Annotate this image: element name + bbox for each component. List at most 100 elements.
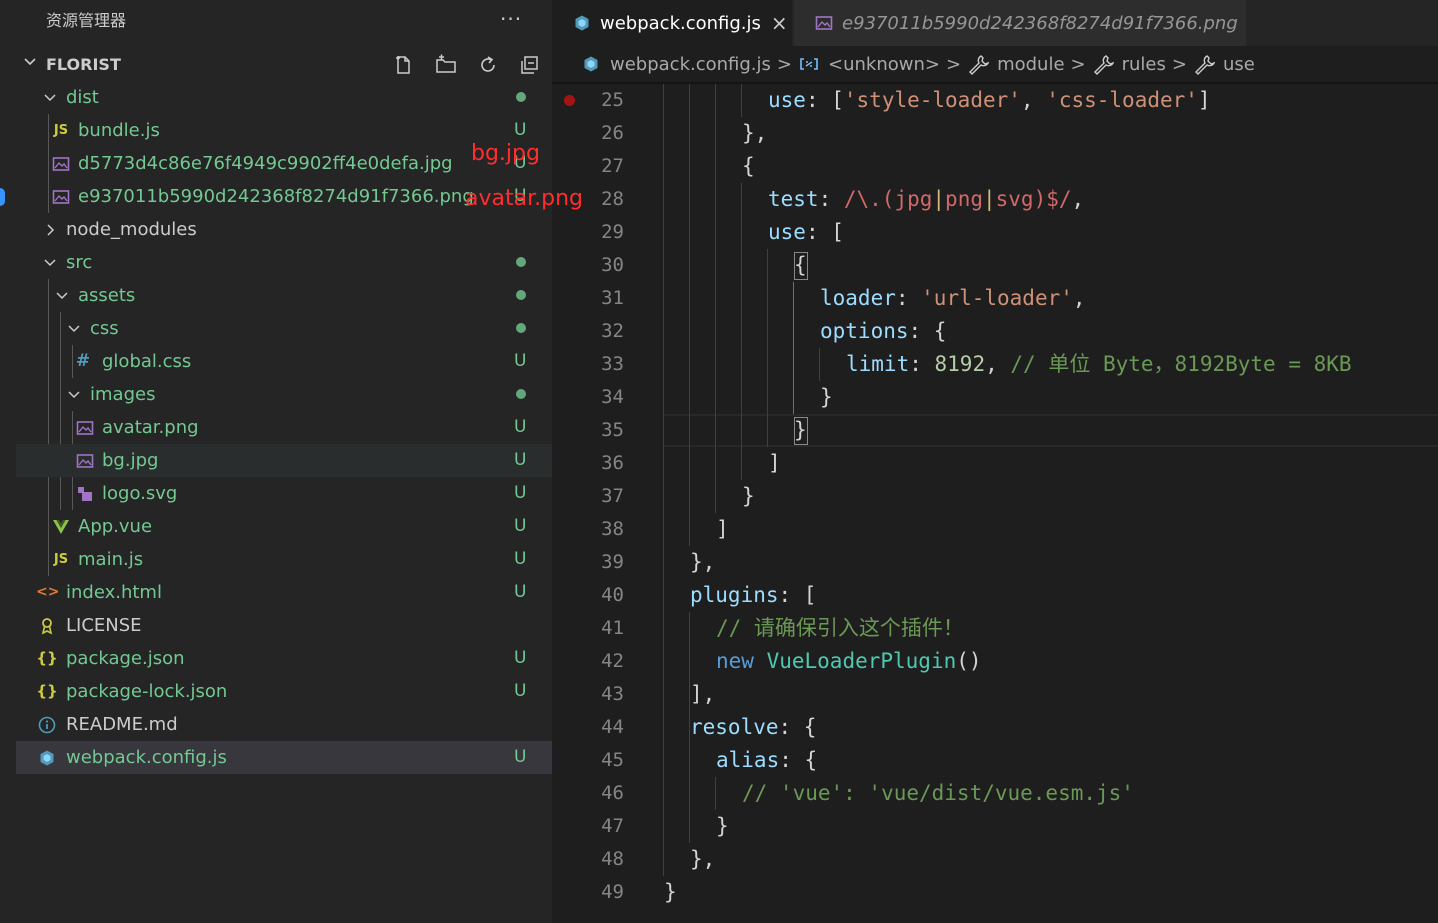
code-line: } (742, 480, 755, 513)
tree-item-label: src (66, 252, 93, 273)
new-folder-icon[interactable] (432, 51, 460, 79)
code-line: use: ['style-loader', 'css-loader'] (768, 84, 1211, 117)
code-line: { (742, 150, 755, 183)
tree-file-license[interactable]: LICENSE (16, 609, 552, 642)
tab-png-preview[interactable]: e937011b5990d242368f8274d91f7366.png (794, 0, 1246, 46)
token: [ (831, 220, 844, 244)
webpack-file-icon (572, 13, 592, 33)
breadcrumb-file[interactable]: webpack.config.js (580, 53, 771, 75)
indent-guide (663, 84, 664, 876)
tree-item-label: dist (66, 87, 99, 108)
token: resolve (690, 715, 779, 739)
token: }, (690, 847, 716, 871)
tree-folder-css[interactable]: css (16, 312, 552, 345)
breadcrumb-unknown[interactable]: <unknown> (798, 53, 940, 75)
code-line: ] (716, 513, 729, 546)
tree-folder-node-modules[interactable]: node_modules (16, 213, 552, 246)
line-number: 34 (601, 386, 624, 408)
token: : (818, 187, 844, 211)
refresh-icon[interactable] (474, 51, 502, 79)
code-line: }, (742, 117, 767, 150)
token: plugins (690, 583, 779, 607)
line-number-gutter[interactable]: 25 26 27 28 29 30 31 32 33 34 35 36 37 3… (552, 84, 662, 923)
chevron-down-icon (64, 312, 84, 345)
sidebar-scroll-indicator[interactable] (0, 188, 5, 206)
chevron-down-icon (22, 54, 38, 75)
code-line: } (716, 810, 729, 843)
tree-file-package-lock-json[interactable]: {} package-lock.json U (16, 675, 552, 708)
project-name: FLORIST (46, 55, 121, 74)
tab-label: webpack.config.js (600, 12, 761, 34)
chevron-right-icon (40, 213, 60, 246)
line-number: 40 (601, 584, 624, 606)
tab-webpack-config-js[interactable]: webpack.config.js × (552, 0, 792, 46)
tree-file-webpack-config-js[interactable]: webpack.config.js U (16, 741, 552, 774)
chevron-down-icon (40, 81, 60, 114)
token: ] (768, 451, 781, 475)
tree-item-label: README.md (66, 714, 178, 735)
tree-file-logo-svg[interactable]: logo.svg U (16, 477, 552, 510)
new-file-icon[interactable] (390, 51, 418, 79)
breadcrumb-separator: > (945, 53, 962, 75)
line-number: 48 (601, 848, 624, 870)
token: // 'vue': 'vue/dist/vue.esm.js' (742, 781, 1134, 805)
code-line: new VueLoaderPlugin() (716, 645, 982, 678)
tree-folder-images[interactable]: images (16, 378, 552, 411)
tree-folder-dist[interactable]: dist (16, 81, 552, 114)
token: } (716, 814, 729, 838)
status-dot (516, 323, 526, 333)
tree-folder-src[interactable]: src (16, 246, 552, 279)
tree-folder-assets[interactable]: assets (16, 279, 552, 312)
image-file-icon (50, 180, 72, 213)
project-header[interactable]: FLORIST (16, 48, 552, 81)
line-number: 47 (601, 815, 624, 837)
breadcrumb-use[interactable]: use (1193, 53, 1255, 75)
code-line: resolve: { (690, 711, 816, 744)
token: use (768, 220, 806, 244)
tree-file-index-html[interactable]: <> index.html U (16, 576, 552, 609)
tree-file-app-vue[interactable]: App.vue U (16, 510, 552, 543)
breadcrumb-label: module (997, 53, 1065, 75)
tree-file-main-js[interactable]: JS main.js U (16, 543, 552, 576)
tree-item-label: node_modules (66, 219, 197, 240)
token: ], (690, 682, 716, 706)
token: : { (779, 748, 818, 772)
code-editor[interactable]: use: ['style-loader', 'css-loader'] }, {… (663, 84, 1438, 923)
token: jpg (894, 187, 933, 211)
js-file-icon: JS (53, 552, 69, 567)
code-line: limit: 8192, // 单位 Byte，8192Byte = 8KB (846, 348, 1352, 381)
breadcrumb-module[interactable]: module (967, 53, 1065, 75)
status-dot (516, 257, 526, 267)
indent-guide (715, 777, 716, 810)
token: : (909, 352, 935, 376)
token: png (945, 187, 983, 211)
token: loader (820, 286, 896, 310)
json-file-icon: {} (36, 649, 58, 667)
breadcrumb-rules[interactable]: rules (1092, 53, 1166, 75)
line-number: 30 (601, 254, 624, 276)
code-line: ] (768, 447, 781, 480)
status-untracked: U (514, 648, 527, 668)
token: , (1071, 187, 1085, 211)
tree-item-label: e937011b5990d242368f8274d91f7366.png (78, 186, 474, 207)
token: 'style-loader' (843, 88, 1021, 112)
line-number: 35 (601, 419, 624, 441)
tree-file-global-css[interactable]: # global.css U (16, 345, 552, 378)
collapse-all-icon[interactable] (516, 51, 544, 79)
tree-file-bg-jpg[interactable]: bg.jpg U (16, 444, 552, 477)
token: () (956, 649, 982, 673)
tree-file-avatar-png[interactable]: avatar.png U (16, 411, 552, 444)
chevron-down-icon (64, 378, 84, 411)
explorer-sidebar: 资源管理器 ··· FLORIST dist JS bundle.js U d5… (0, 0, 583, 923)
close-icon[interactable]: × (771, 11, 788, 35)
tree-item-label: main.js (78, 549, 144, 570)
line-number: 39 (601, 551, 624, 573)
code-line: { (794, 249, 807, 282)
more-actions-button[interactable]: ··· (500, 8, 522, 34)
line-number: 49 (601, 881, 624, 903)
code-line: plugins: [ (690, 579, 816, 612)
breadcrumb-label: <unknown> (828, 53, 940, 75)
status-untracked: U (514, 450, 527, 470)
tree-file-readme-md[interactable]: README.md (16, 708, 552, 741)
tree-file-package-json[interactable]: {} package.json U (16, 642, 552, 675)
